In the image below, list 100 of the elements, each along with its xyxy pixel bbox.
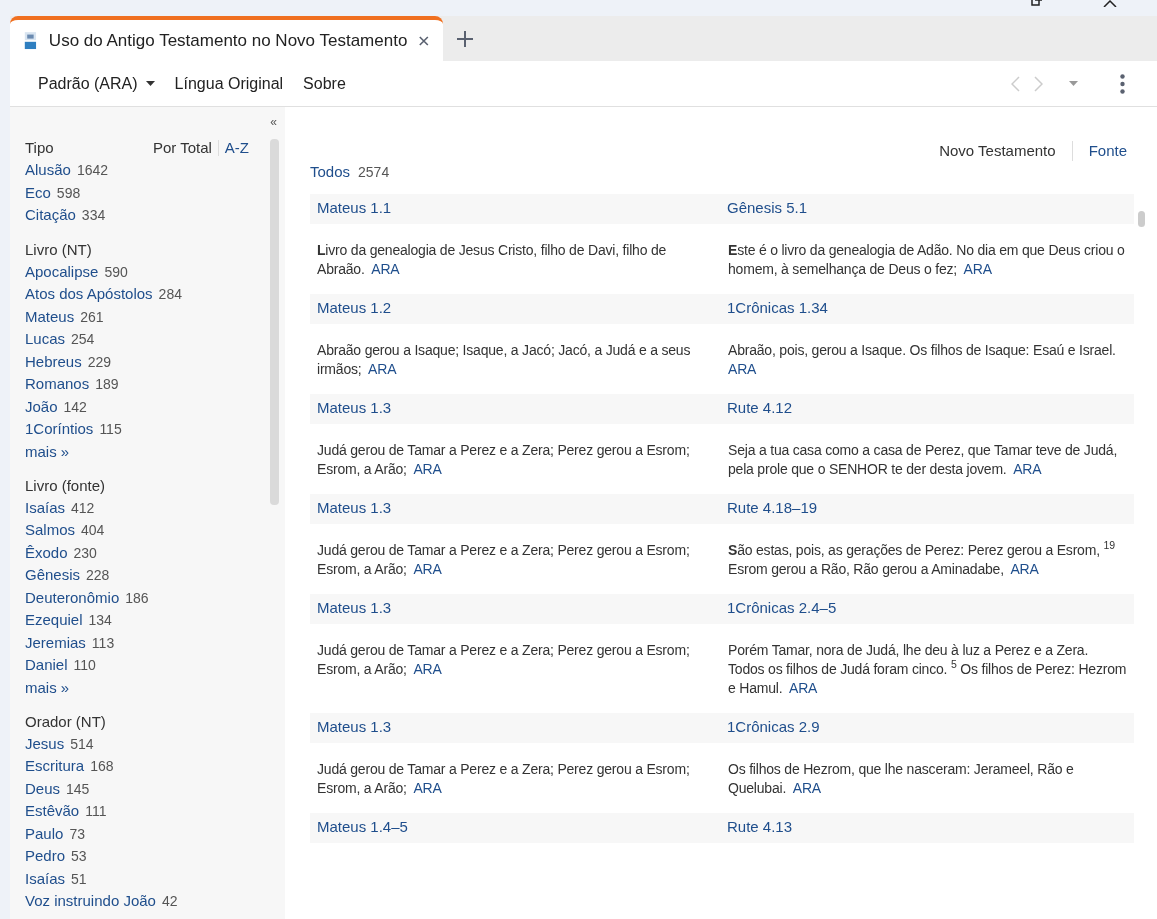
filter-count: 42 — [161, 892, 178, 911]
filter-link[interactable]: Hebreus — [25, 350, 82, 372]
filter-link[interactable]: Estêvão — [25, 800, 80, 822]
filter-link[interactable]: Jesus — [25, 732, 65, 754]
caret-icon[interactable] — [1069, 81, 1078, 86]
scrollbar-icon — [270, 139, 279, 505]
filter-link[interactable]: Atos dos Apóstolos — [25, 283, 153, 305]
filter-link[interactable]: Alusão — [25, 159, 71, 181]
more-icon[interactable] — [1120, 73, 1125, 94]
filter-link[interactable]: Citação — [25, 204, 76, 226]
version-link[interactable]: ARA — [368, 360, 397, 377]
sort-option[interactable]: A-Z — [217, 140, 255, 156]
version-link[interactable]: ARA — [413, 660, 442, 677]
filter-link[interactable]: Eco — [25, 181, 51, 203]
menu-button[interactable]: Sobre — [303, 71, 346, 96]
restore-icon[interactable] — [1031, 0, 1043, 6]
menu-button[interactable]: Padrão (ARA) — [38, 71, 155, 96]
more-link[interactable]: mais » — [25, 440, 70, 463]
verse-text: Livro da genealogia de Jesus Cristo, filho de Davi, filho de Abraão. ARA — [317, 240, 668, 279]
filter-link[interactable]: João — [25, 395, 58, 417]
version-link[interactable]: ARA — [728, 360, 757, 377]
filter-link[interactable]: Salmos — [25, 519, 76, 541]
group-heading: Tipo — [25, 138, 55, 158]
reference-link[interactable]: Mateus 1.3 — [317, 597, 392, 620]
filter-link[interactable]: Êxodo — [25, 541, 68, 563]
view-tab[interactable]: Fonte — [1071, 141, 1127, 161]
filter-link[interactable]: Jeremias — [25, 631, 86, 653]
filter-count: 229 — [87, 352, 112, 372]
filter-link[interactable]: Isaías — [25, 867, 66, 889]
filter-count: 598 — [56, 183, 81, 203]
filter-count: 284 — [158, 285, 182, 304]
filter-count: 230 — [73, 543, 97, 563]
filter-link[interactable]: 1Coríntios — [25, 418, 94, 440]
group-heading: Livro (NT) — [25, 239, 93, 260]
document-tab[interactable]: Uso do Antigo Testamento no Novo Testamento — [10, 16, 443, 61]
reference-link[interactable]: Mateus 1.3 — [317, 397, 392, 420]
version-link[interactable]: ARA — [792, 779, 821, 796]
verse-text: Porém Tamar, nora de Judá, lhe deu à luz a Perez e a Zera. Todos os filhos de Judá foram cinco. $^{5}$ Os filhos de Perez: Hezrom e Hamul. ARA — [728, 640, 1127, 698]
close-icon[interactable] — [1103, 0, 1117, 7]
filter-count: 404 — [81, 521, 105, 540]
verse-text: São estas, pois, as gerações de Perez: Perez gerou a Esrom, $^{19}$ Esrom gerou a Rão, Rão gerou a Aminadabe, ARA — [728, 540, 1116, 579]
collapse-button[interactable]: « — [270, 113, 277, 131]
filter-count: 110 — [73, 656, 96, 675]
all-link[interactable]: Todos — [310, 161, 351, 184]
reference-link[interactable]: 1Crônicas 2.4–5 — [722, 597, 837, 620]
version-link[interactable]: ARA — [413, 460, 442, 477]
filter-link[interactable]: Lucas — [25, 328, 66, 350]
plus-icon[interactable] — [457, 30, 473, 47]
filter-link[interactable]: Gênesis — [25, 564, 81, 586]
version-link[interactable]: ARA — [789, 679, 818, 696]
filter-link[interactable]: Deuteronômio — [25, 586, 120, 608]
filter-link[interactable]: Apocalipse — [25, 260, 99, 282]
version-link[interactable]: ARA — [413, 560, 442, 577]
sort-option[interactable]: Por Total — [146, 140, 218, 156]
reference-link[interactable]: Rute 4.13 — [722, 816, 793, 839]
filter-count: 113 — [91, 633, 115, 653]
version-link[interactable]: ARA — [1010, 560, 1039, 577]
reference-link[interactable]: 1Crônicas 1.34 — [722, 297, 828, 320]
filter-count: 186 — [125, 588, 149, 608]
filter-count: 228 — [86, 566, 110, 585]
filter-link[interactable]: Paulo — [25, 822, 64, 844]
reference-link[interactable]: Gênesis 5.1 — [722, 197, 808, 220]
filter-count: 142 — [63, 397, 87, 417]
total-count: 2574 — [358, 163, 390, 182]
reference-link[interactable]: Mateus 1.3 — [317, 716, 392, 739]
filter-link[interactable]: Daniel — [25, 654, 68, 676]
reference-link[interactable]: Mateus 1.1 — [317, 197, 392, 220]
version-link[interactable]: ARA — [1013, 460, 1042, 477]
version-link[interactable]: ARA — [371, 260, 400, 277]
view-tab[interactable]: Novo Testamento — [923, 141, 1072, 161]
close-icon[interactable] — [419, 34, 429, 47]
filter-count: 254 — [71, 330, 95, 349]
filter-link[interactable]: Voz instruindo João — [25, 890, 156, 912]
verse-text: Abraão, pois, gerou a Isaque. Os filhos de Isaque: Esaú e Israel. ARA — [728, 340, 1117, 379]
filter-count: 73 — [69, 824, 85, 844]
reference-link[interactable]: Mateus 1.4–5 — [317, 816, 408, 839]
reference-link[interactable]: Mateus 1.3 — [317, 497, 392, 520]
reference-link[interactable]: 1Crônicas 2.9 — [722, 716, 820, 739]
version-link[interactable]: ARA — [963, 260, 992, 277]
filter-link[interactable]: Escritura — [25, 755, 85, 777]
more-link[interactable]: mais » — [25, 676, 70, 699]
verse-text: Judá gerou de Tamar a Perez e a Zera; Perez gerou a Esrom; Esrom, a Arão; ARA — [317, 759, 691, 798]
verse-text: Judá gerou de Tamar a Perez e a Zera; Perez gerou a Esrom; Esrom, a Arão; ARA — [317, 440, 691, 479]
filter-link[interactable]: Romanos — [25, 373, 90, 395]
menu-button[interactable]: Língua Original — [174, 71, 284, 96]
verse-text: Judá gerou de Tamar a Perez e a Zera; Perez gerou a Esrom; Esrom, a Arão; ARA — [317, 540, 691, 579]
group-heading: Orador (NT) — [25, 711, 107, 732]
filter-link[interactable]: Ezequiel — [25, 609, 83, 631]
tab-title: Uso do Antigo Testamento no Novo Testamento — [48, 29, 408, 52]
filter-link[interactable]: Mateus — [25, 305, 75, 327]
filter-link[interactable]: Isaías — [25, 496, 66, 518]
reference-link[interactable]: Mateus 1.2 — [317, 297, 392, 320]
filter-count: 334 — [81, 206, 106, 225]
filter-link[interactable]: Pedro — [25, 845, 66, 867]
filter-link[interactable]: Deus — [25, 777, 61, 799]
version-link[interactable]: ARA — [413, 779, 442, 796]
reference-link[interactable]: Rute 4.12 — [722, 397, 793, 420]
filter-count: 412 — [71, 498, 95, 518]
verse-text: Seja a tua casa como a casa de Perez, que Tamar teve de Judá, pela prole que o SENHOR te der desta jovem. ARA — [728, 440, 1119, 479]
reference-link[interactable]: Rute 4.18–19 — [722, 497, 818, 520]
